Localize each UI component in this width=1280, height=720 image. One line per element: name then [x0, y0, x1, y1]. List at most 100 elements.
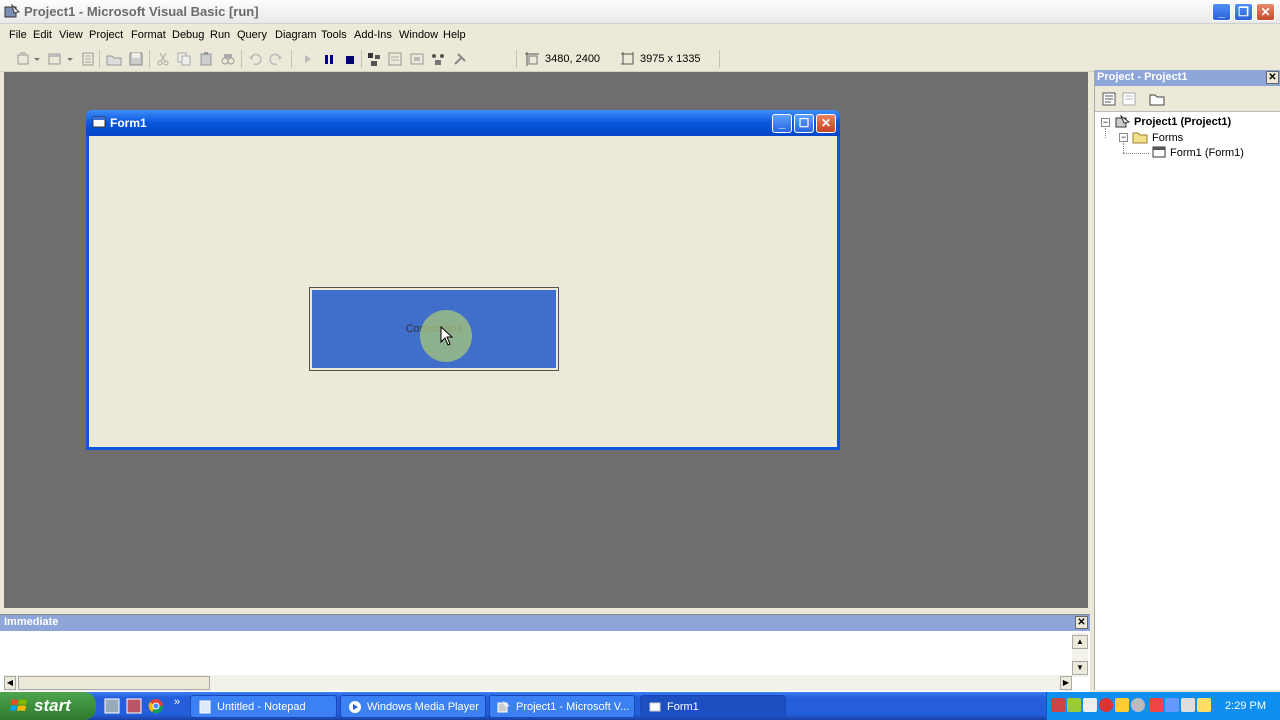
- scroll-left-icon[interactable]: ◀: [4, 676, 16, 690]
- tray-antivirus-icon[interactable]: [1149, 698, 1163, 712]
- form1-title: Form1: [110, 116, 147, 130]
- break-pause-icon[interactable]: [321, 51, 337, 67]
- quicklaunch-tool-icon[interactable]: [126, 698, 142, 714]
- vb-app-icon: [4, 4, 20, 18]
- tray-network-icon[interactable]: [1115, 698, 1129, 712]
- task-form1-label: Form1: [667, 701, 699, 713]
- tray-update-icon[interactable]: [1131, 698, 1145, 712]
- form-layout-icon[interactable]: [409, 51, 425, 67]
- scroll-down-icon[interactable]: ▼: [1072, 661, 1088, 675]
- quicklaunch-overflow-icon[interactable]: »: [174, 696, 180, 708]
- menu-window[interactable]: Window: [399, 29, 438, 41]
- collapse-project-icon[interactable]: −: [1101, 118, 1110, 127]
- redo-icon[interactable]: [268, 51, 284, 67]
- immediate-horizontal-scrollbar[interactable]: ◀ ▶: [4, 675, 1072, 691]
- menu-add-ins[interactable]: Add-Ins: [354, 29, 392, 41]
- immediate-header: Immediate ✕: [0, 615, 1090, 631]
- tray-volume-icon[interactable]: [1083, 698, 1097, 712]
- folder-icon: [1132, 132, 1148, 144]
- restore-button[interactable]: ❐: [1234, 3, 1253, 21]
- toggle-folders-icon[interactable]: [1149, 91, 1165, 107]
- properties-window-icon[interactable]: [387, 51, 403, 67]
- standard-toolbar: 3480, 2400 3975 x 1335: [0, 46, 1280, 72]
- position-icon: [525, 52, 539, 66]
- tray-display-icon[interactable]: [1165, 698, 1179, 712]
- project-panel-close-button[interactable]: ✕: [1266, 71, 1279, 84]
- toolbox-icon[interactable]: [452, 51, 468, 67]
- horizontal-scroll-thumb[interactable]: [18, 676, 210, 690]
- menu-debug[interactable]: Debug: [172, 29, 204, 41]
- windows-logo-icon: [10, 699, 27, 711]
- task-visual-basic[interactable]: Project1 - Microsoft V...: [489, 695, 635, 718]
- save-icon[interactable]: [128, 51, 144, 67]
- form1-minimize-button[interactable]: _: [772, 114, 792, 133]
- dropdown-arrow-icon[interactable]: [66, 51, 74, 67]
- system-tray: 2:29 PM: [1046, 692, 1280, 720]
- find-icon[interactable]: [220, 51, 236, 67]
- cut-icon[interactable]: [155, 51, 171, 67]
- project-panel-header: Project - Project1 ✕: [1095, 70, 1280, 86]
- tree-item-project[interactable]: Project1 (Project1): [1134, 116, 1231, 128]
- app-title: Project1 - Microsoft Visual Basic [run]: [24, 4, 259, 19]
- paste-icon[interactable]: [198, 51, 214, 67]
- copy-icon[interactable]: [176, 51, 192, 67]
- start-run-icon[interactable]: [300, 51, 316, 67]
- task-media-player[interactable]: Windows Media Player: [340, 695, 486, 718]
- add-form-icon[interactable]: [47, 51, 63, 67]
- form-icon: [92, 116, 106, 128]
- view-code-icon[interactable]: [1101, 91, 1117, 107]
- form-task-icon: [649, 702, 661, 712]
- end-stop-icon[interactable]: [342, 51, 358, 67]
- tree-item-forms[interactable]: Forms: [1152, 132, 1183, 144]
- form-node-icon: [1152, 146, 1166, 158]
- add-project-icon[interactable]: [16, 51, 32, 67]
- menu-editor-icon[interactable]: [80, 51, 96, 67]
- project-explorer-panel: Project - Project1 ✕ − Project1 (Project…: [1094, 70, 1280, 690]
- immediate-close-button[interactable]: ✕: [1075, 616, 1088, 629]
- object-browser-icon[interactable]: [430, 51, 446, 67]
- undo-icon[interactable]: [247, 51, 263, 67]
- project-explorer-icon[interactable]: [366, 51, 382, 67]
- scroll-right-icon[interactable]: ▶: [1060, 676, 1072, 690]
- form1-title-bar[interactable]: Form1 _ ☐ ✕: [86, 110, 840, 136]
- vb-task-icon: [497, 701, 510, 713]
- command1-button[interactable]: Command1: [309, 287, 559, 371]
- quicklaunch-app-icon[interactable]: [104, 698, 120, 714]
- clock: 2:29 PM: [1225, 700, 1266, 712]
- form1-close-button[interactable]: ✕: [816, 114, 836, 133]
- tray-tool-icon[interactable]: [1181, 698, 1195, 712]
- menu-view[interactable]: View: [59, 29, 83, 41]
- menu-query[interactable]: Query: [237, 29, 267, 41]
- collapse-forms-icon[interactable]: −: [1119, 133, 1128, 142]
- open-folder-icon[interactable]: [106, 51, 122, 67]
- menu-project[interactable]: Project: [89, 29, 123, 41]
- menu-help[interactable]: Help: [443, 29, 466, 41]
- tree-item-form1[interactable]: Form1 (Form1): [1170, 147, 1244, 159]
- start-button[interactable]: start: [0, 692, 96, 720]
- dropdown-arrow-icon[interactable]: [33, 51, 41, 67]
- menu-format[interactable]: Format: [131, 29, 166, 41]
- scroll-up-icon[interactable]: ▲: [1072, 635, 1088, 649]
- tray-battery-icon[interactable]: [1067, 698, 1081, 712]
- tray-app-icon[interactable]: [1051, 698, 1065, 712]
- menu-run[interactable]: Run: [210, 29, 230, 41]
- close-button[interactable]: ✕: [1256, 3, 1275, 21]
- form1-maximize-button[interactable]: ☐: [794, 114, 814, 133]
- menu-tools[interactable]: Tools: [321, 29, 347, 41]
- tray-security-icon[interactable]: [1099, 698, 1113, 712]
- immediate-title: Immediate: [4, 616, 59, 628]
- menu-diagram[interactable]: Diagram: [275, 29, 317, 41]
- size-icon: [621, 52, 634, 65]
- chrome-icon[interactable]: [148, 698, 164, 714]
- menu-file[interactable]: File: [9, 29, 27, 41]
- task-notepad[interactable]: Untitled - Notepad: [190, 695, 337, 718]
- form1-window[interactable]: Form1 _ ☐ ✕ Command1: [86, 110, 840, 450]
- minimize-button[interactable]: _: [1212, 3, 1231, 21]
- task-media-player-label: Windows Media Player: [367, 701, 479, 713]
- tray-notes-icon[interactable]: [1197, 698, 1211, 712]
- task-notepad-label: Untitled - Notepad: [217, 701, 306, 713]
- view-object-icon[interactable]: [1121, 91, 1137, 107]
- immediate-vertical-scrollbar[interactable]: ▲ ▼: [1072, 633, 1088, 677]
- menu-edit[interactable]: Edit: [33, 29, 52, 41]
- task-form1[interactable]: Form1: [640, 695, 786, 718]
